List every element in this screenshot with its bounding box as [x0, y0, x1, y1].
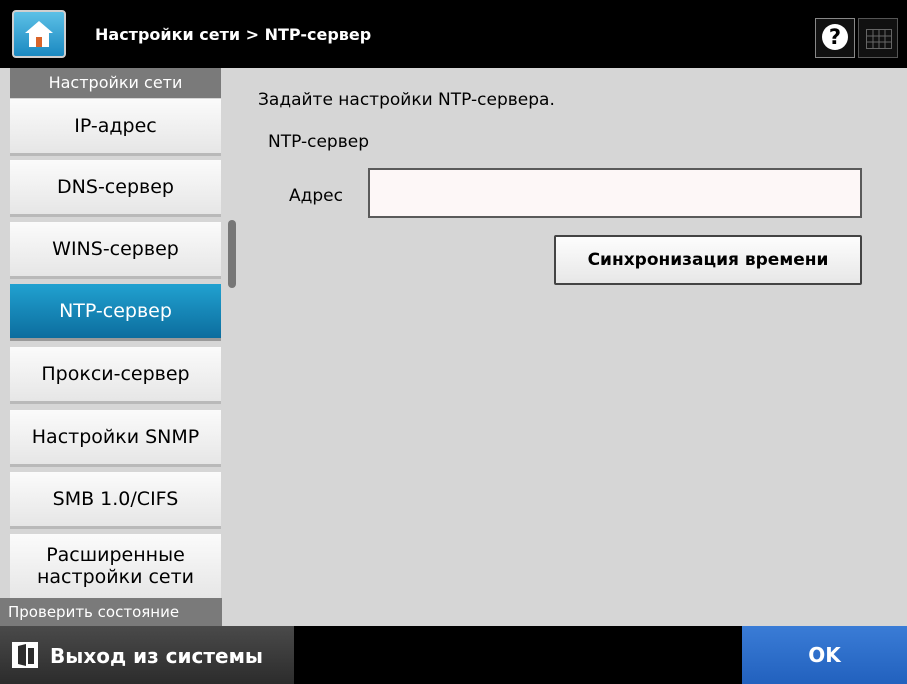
sidebar-item-label: Настройки SNMP — [31, 426, 200, 448]
help-button[interactable]: ? — [815, 18, 855, 58]
sidebar-item-snmp-settings[interactable]: Настройки SNMP — [10, 410, 221, 467]
home-icon — [25, 21, 53, 47]
sidebar-item-ntp-server[interactable]: NTP-сервер — [10, 284, 221, 341]
breadcrumb: Настройки сети > NTP-сервер — [95, 25, 372, 44]
sidebar-item-advanced-network[interactable]: Расширенные настройки сети — [10, 534, 221, 598]
sidebar-item-smb-cifs[interactable]: SMB 1.0/CIFS — [10, 472, 221, 529]
keyboard-button[interactable] — [858, 18, 898, 58]
sidebar-item-label: WINS-сервер — [52, 238, 179, 260]
address-label: Адрес — [289, 186, 343, 206]
bottom-bar: Выход из системы OK — [0, 626, 907, 684]
logout-button[interactable]: Выход из системы — [0, 626, 294, 684]
sidebar-scrollbar[interactable] — [222, 68, 240, 626]
instructions-text: Задайте настройки NTP-сервера. — [258, 90, 555, 110]
sidebar-item-label: SMB 1.0/CIFS — [52, 488, 179, 510]
logout-icon — [12, 642, 38, 668]
section-title: NTP-сервер — [268, 132, 369, 152]
sidebar-item-label: NTP-сервер — [59, 300, 172, 322]
sidebar-item-label: IP-адрес — [74, 115, 157, 137]
ok-button[interactable]: OK — [742, 626, 907, 684]
help-icon: ? — [822, 24, 848, 50]
logout-label: Выход из системы — [50, 644, 263, 668]
sidebar-item-dns-server[interactable]: DNS-сервер — [10, 160, 221, 217]
sidebar-item-proxy-server[interactable]: Прокси-сервер — [10, 347, 221, 404]
sidebar-item-label: DNS-сервер — [57, 176, 174, 198]
address-input[interactable] — [368, 168, 862, 218]
scrollbar-thumb[interactable] — [228, 220, 236, 288]
sidebar-header: Настройки сети — [10, 68, 221, 98]
sidebar-item-ip-address[interactable]: IP-адрес — [10, 99, 221, 156]
check-status-link[interactable]: Проверить состояние — [0, 598, 222, 626]
sidebar: Настройки сети IP-адрес DNS-сервер WINS-… — [0, 68, 222, 626]
home-button[interactable] — [12, 10, 66, 58]
top-bar: Настройки сети > NTP-сервер ? — [0, 0, 907, 62]
sidebar-item-label: Расширенные настройки сети — [36, 544, 195, 588]
keyboard-icon — [866, 29, 892, 49]
sync-time-button[interactable]: Синхронизация времени — [554, 235, 862, 285]
main-panel: Задайте настройки NTP-сервера. NTP-серве… — [240, 68, 907, 626]
sidebar-item-label: Прокси-сервер — [41, 363, 190, 385]
sidebar-item-wins-server[interactable]: WINS-сервер — [10, 222, 221, 279]
